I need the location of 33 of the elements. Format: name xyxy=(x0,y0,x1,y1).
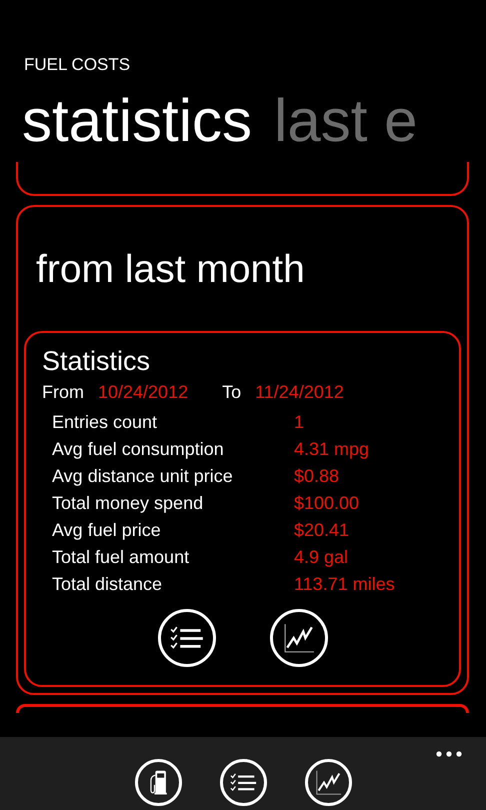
stat-value: $100.00 xyxy=(294,492,360,514)
stat-value: 4.31 mpg xyxy=(294,438,370,460)
stat-value: 1 xyxy=(294,411,306,433)
stat-label: Total money spend xyxy=(52,492,204,514)
stat-value: $20.41 xyxy=(294,519,350,541)
checklist-icon xyxy=(170,626,204,650)
line-chart-icon xyxy=(282,622,314,654)
list-button[interactable] xyxy=(220,759,266,806)
stat-label: Avg fuel price xyxy=(52,519,162,541)
chart-button[interactable] xyxy=(270,609,328,667)
line-chart-icon xyxy=(314,769,342,796)
more-icon[interactable] xyxy=(436,751,462,757)
app-title: FUEL COSTS xyxy=(23,54,132,76)
stat-label: Entries count xyxy=(52,411,158,433)
card-title: Statistics xyxy=(42,345,152,377)
pivot-header[interactable]: statistics xyxy=(22,88,252,154)
stat-value: 4.9 gal xyxy=(294,546,350,568)
chart-button[interactable] xyxy=(304,759,352,806)
stat-label: Avg distance unit price xyxy=(52,465,234,487)
stat-value: 113.71 miles xyxy=(294,573,396,595)
stat-label: Total fuel amount xyxy=(52,546,190,568)
stat-label: Total distance xyxy=(52,573,164,595)
fuel-button[interactable] xyxy=(134,759,182,806)
pivot-header[interactable]: last e xyxy=(274,88,418,154)
checklist-icon xyxy=(230,773,256,792)
to-label: To xyxy=(222,381,242,404)
stat-value: $0.88 xyxy=(294,465,340,487)
stat-label: Avg fuel consumption xyxy=(52,438,225,460)
to-date: 11/24/2012 xyxy=(255,381,344,404)
list-button[interactable] xyxy=(158,609,216,667)
from-date: 10/24/2012 xyxy=(98,381,188,404)
section-heading: from last month xyxy=(35,247,306,293)
from-label: From xyxy=(42,381,84,404)
